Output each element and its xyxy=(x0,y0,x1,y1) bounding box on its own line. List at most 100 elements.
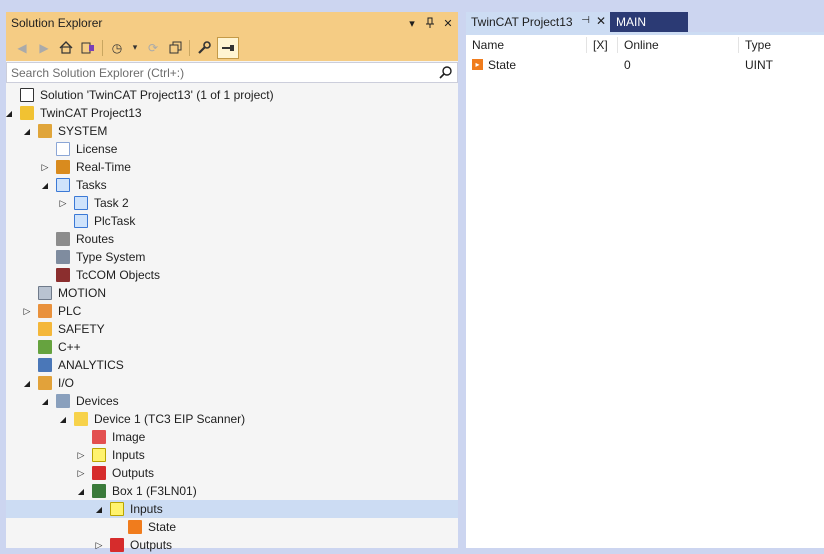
tree-item[interactable]: ◢ Tasks xyxy=(6,176,458,194)
column-header-type[interactable]: Type xyxy=(739,35,819,55)
tree-item-label: Devices xyxy=(76,394,119,408)
outputs-icon xyxy=(92,466,106,480)
tree-item[interactable]: PlcTask xyxy=(6,212,458,230)
task-icon xyxy=(74,214,88,228)
close-icon[interactable]: ✕ xyxy=(442,16,454,30)
tab-label: TwinCAT Project13 xyxy=(471,15,573,29)
tree-item-label: Inputs xyxy=(130,502,163,516)
tree-item[interactable]: State xyxy=(6,518,458,536)
tree-item[interactable]: ◢ SYSTEM xyxy=(6,122,458,140)
preview-selected-items-icon[interactable] xyxy=(217,36,239,59)
close-icon[interactable]: ✕ xyxy=(596,14,606,28)
table-row[interactable]: ▸ State 0 UINT xyxy=(466,56,824,74)
expanded-arrow-icon[interactable]: ◢ xyxy=(40,176,50,194)
tree-item[interactable]: ▷ Outputs xyxy=(6,536,458,554)
tree-item[interactable]: License xyxy=(6,140,458,158)
pin-icon[interactable]: ⊣ xyxy=(581,15,590,26)
tree-item[interactable]: ▷ Outputs xyxy=(6,464,458,482)
collapsed-arrow-icon[interactable]: ▷ xyxy=(94,536,104,554)
tree-item[interactable]: ◢ Devices xyxy=(6,392,458,410)
solution-explorer-toolbar: ◀ ▶ ◷ ▾ ⟳ xyxy=(6,34,458,61)
tree-item-label: MOTION xyxy=(58,286,106,300)
state-variable-icon: ▸ xyxy=(472,59,483,70)
expanded-arrow-icon[interactable]: ◢ xyxy=(40,392,50,410)
tree-item-label: C++ xyxy=(58,340,81,354)
forward-icon[interactable]: ▶ xyxy=(36,40,52,56)
sync-icon[interactable]: ⟳ xyxy=(145,40,161,56)
variable-grid: Name [X] Online Type ▸ State 0 UINT xyxy=(466,35,824,548)
image-icon xyxy=(92,430,106,444)
tree-item[interactable]: Solution 'TwinCAT Project13' (1 of 1 pro… xyxy=(6,86,458,104)
cpp-icon xyxy=(38,340,52,354)
tree-item[interactable]: C++ xyxy=(6,338,458,356)
tree-item[interactable]: ▷ Inputs xyxy=(6,446,458,464)
tree-item[interactable]: ◢ I/O xyxy=(6,374,458,392)
pin-icon[interactable] xyxy=(424,16,436,30)
cell-name: State xyxy=(488,58,517,72)
column-header-x[interactable]: [X] xyxy=(587,35,617,55)
expanded-arrow-icon[interactable]: ◢ xyxy=(58,410,68,428)
devices-icon xyxy=(56,394,70,408)
tree-item[interactable]: ▷ PLC xyxy=(6,302,458,320)
task-icon xyxy=(74,196,88,210)
license-icon xyxy=(56,142,70,156)
solution-explorer-titlebar: Solution Explorer ▾ ✕ xyxy=(6,12,458,34)
tab-twincat-project13[interactable]: TwinCAT Project13 ⊣ ✕ xyxy=(466,12,610,32)
search-input[interactable] xyxy=(11,65,435,80)
collapsed-arrow-icon[interactable]: ▷ xyxy=(58,194,68,212)
column-header-online[interactable]: Online xyxy=(618,35,738,55)
switch-views-icon[interactable] xyxy=(80,40,96,56)
tree-item-label: PLC xyxy=(58,304,82,318)
search-icon[interactable] xyxy=(435,66,457,79)
io-icon xyxy=(38,376,52,390)
collapsed-arrow-icon[interactable]: ▷ xyxy=(76,446,86,464)
tree-item[interactable]: ▷ Task 2 xyxy=(6,194,458,212)
chevron-down-icon[interactable]: ▾ xyxy=(131,40,139,56)
solution-explorer-panel: Solution Explorer ▾ ✕ ◀ ▶ ◷ ▾ ⟳ Search S… xyxy=(6,12,458,552)
twincat-project-icon xyxy=(20,106,34,120)
tree-item-label: TwinCAT Project13 xyxy=(40,106,142,120)
tree-item[interactable]: Type System xyxy=(6,248,458,266)
grid-header: Name [X] Online Type xyxy=(466,35,824,58)
tree-item-label: PlcTask xyxy=(94,214,136,228)
cell-type: UINT xyxy=(745,58,773,72)
expanded-arrow-icon[interactable]: ◢ xyxy=(22,122,32,140)
tree-item[interactable]: Image xyxy=(6,428,458,446)
tree-item-label: ANALYTICS xyxy=(58,358,124,372)
search-solution-explorer-box[interactable] xyxy=(6,62,458,83)
properties-wrench-icon[interactable] xyxy=(196,40,212,56)
type-system-icon xyxy=(56,250,70,264)
tree-item[interactable]: ◢ TwinCAT Project13 xyxy=(6,104,458,122)
tree-item[interactable]: SAFETY xyxy=(6,320,458,338)
tree-item[interactable]: ◢ Inputs xyxy=(6,500,458,518)
tasks-icon xyxy=(56,178,70,192)
expanded-arrow-icon[interactable]: ◢ xyxy=(94,500,104,518)
collapsed-arrow-icon[interactable]: ▷ xyxy=(76,464,86,482)
collapsed-arrow-icon[interactable]: ▷ xyxy=(22,302,32,320)
tree-item[interactable]: ◢ Box 1 (F3LN01) xyxy=(6,482,458,500)
expanded-arrow-icon[interactable]: ◢ xyxy=(22,374,32,392)
tree-item[interactable]: ANALYTICS xyxy=(6,356,458,374)
expanded-arrow-icon[interactable]: ◢ xyxy=(76,482,86,500)
analytics-icon xyxy=(38,358,52,372)
tree-item-label: I/O xyxy=(58,376,75,390)
tree-item[interactable]: ▷ Real-Time xyxy=(6,158,458,176)
expanded-arrow-icon[interactable]: ◢ xyxy=(4,104,14,122)
tree-item-label: License xyxy=(76,142,118,156)
home-icon[interactable] xyxy=(58,40,74,56)
collapse-all-icon[interactable] xyxy=(167,40,183,56)
back-icon[interactable]: ◀ xyxy=(14,40,30,56)
outputs-icon xyxy=(110,538,124,552)
dropdown-arrow-icon[interactable]: ▾ xyxy=(406,16,418,30)
tree-item[interactable]: MOTION xyxy=(6,284,458,302)
inputs-icon xyxy=(110,502,124,516)
tree-item[interactable]: Routes xyxy=(6,230,458,248)
column-header-name[interactable]: Name xyxy=(466,35,586,55)
pending-changes-filter-icon[interactable]: ◷ xyxy=(109,40,125,56)
collapsed-arrow-icon[interactable]: ▷ xyxy=(40,158,50,176)
routes-icon xyxy=(56,232,70,246)
tree-item-label: SAFETY xyxy=(58,322,105,336)
tree-item[interactable]: ◢ Device 1 (TC3 EIP Scanner) xyxy=(6,410,458,428)
tab-main[interactable]: MAIN xyxy=(610,12,688,32)
tree-item[interactable]: TcCOM Objects xyxy=(6,266,458,284)
